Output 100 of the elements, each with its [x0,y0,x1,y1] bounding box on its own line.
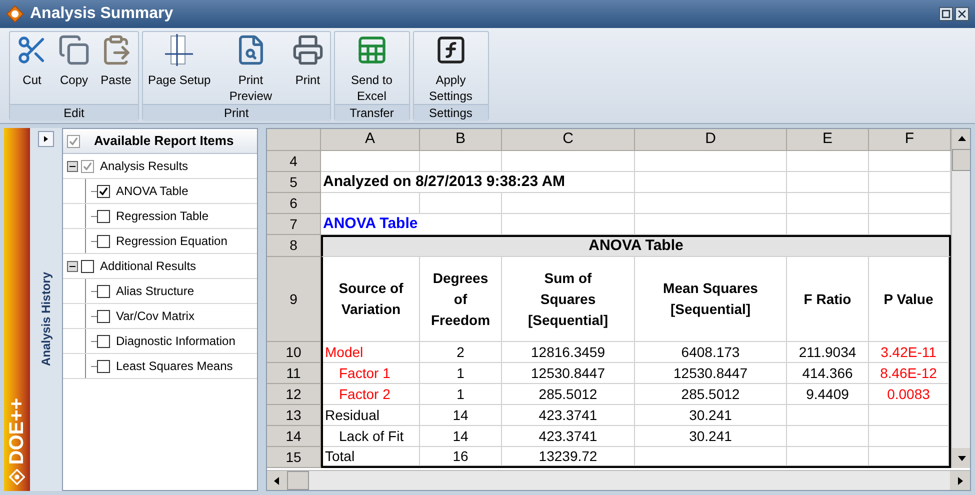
ribbon-button[interactable]: Paste [96,34,136,104]
row-header: 6 [267,193,321,214]
analysis-date-text: Analyzed on 8/27/2013 9:38:23 AM [321,172,635,193]
expand-panel-button[interactable] [38,131,54,147]
table-cell: 14 [420,405,502,426]
checkbox[interactable] [97,310,110,322]
checkbox[interactable] [81,260,94,272]
printer-icon [292,34,324,66]
table-cell: 9.4409 [787,384,869,405]
table-cell: 211.9034 [787,342,869,363]
ribbon-group-label: Edit [10,104,138,121]
table-cell: 1 [420,384,502,405]
scroll-thumb[interactable] [952,149,970,171]
checkbox[interactable] [97,234,110,248]
column-header: Source of Variation [323,257,420,342]
ribbon-button[interactable]: Copy [54,34,94,104]
tree-item-label[interactable]: Regression Equation [116,232,228,250]
checkbox[interactable] [97,210,110,222]
column-header: P Value [869,257,949,342]
table-cell: 414.366 [787,363,869,384]
table-cell: 1 [420,363,502,384]
corner-cell[interactable] [267,129,321,151]
checkbox[interactable] [67,134,80,148]
tree-item-label[interactable]: Least Squares Means [116,357,233,375]
checkbox[interactable] [81,160,94,172]
collapse-icon[interactable] [67,260,78,272]
close-icon[interactable] [955,7,969,21]
table-cell: 3.42E-11 [869,342,949,363]
page-setup-icon [163,34,196,66]
triangle-right-icon [42,135,50,143]
table-title: ANOVA Table [321,235,951,257]
brand-name: DOE++ [5,398,29,465]
table-cell: 8.46E-12 [869,363,949,384]
column-letter[interactable]: E [787,129,869,151]
collapse-icon[interactable] [67,160,78,172]
table-cell: 12530.8447 [502,363,635,384]
checkbox[interactable] [97,334,110,348]
table-cell: 30.241 [635,426,787,447]
row-header: 4 [267,151,321,172]
checkbox[interactable] [97,284,110,298]
column-letter[interactable]: F [869,129,951,151]
row-header: 12 [267,384,321,405]
table-cell: 12816.3459 [502,342,635,363]
tree-item-label[interactable]: Analysis Results [100,157,188,175]
app-logo-icon [6,5,24,23]
scroll-left-icon[interactable] [267,471,287,490]
scroll-thumb[interactable] [287,471,309,490]
scroll-down-icon[interactable] [952,448,970,468]
column-letter[interactable]: D [635,129,787,151]
app-logo-icon [9,469,25,485]
column-letter[interactable]: B [420,129,502,151]
table-cell: Residual [323,405,420,426]
row-header: 5 [267,172,321,193]
tree-item-label[interactable]: Var/Cov Matrix [116,307,194,325]
row-header: 13 [267,405,321,426]
column-letter[interactable]: C [502,129,635,151]
table-cell: 285.5012 [635,384,787,405]
table-cell: 13239.72 [502,447,635,466]
table-cell: 423.3741 [502,405,635,426]
ribbon-button[interactable]: Send to Excel [336,34,407,104]
table-cell: Total [323,447,420,466]
table-cell: 14 [420,426,502,447]
row-header: 9 [267,257,321,342]
checkbox[interactable] [97,360,110,372]
tree-item-label[interactable]: Diagnostic Information [116,332,236,350]
row-header: 14 [267,426,321,447]
tree-item-label[interactable]: Additional Results [100,257,196,275]
vertical-scrollbar[interactable] [951,129,970,468]
ribbon-button[interactable]: Cut [12,34,52,104]
ribbon-button[interactable]: Print [288,34,328,104]
table-cell: 2 [420,342,502,363]
row-header: 11 [267,363,321,384]
function-icon [434,34,467,66]
scroll-up-icon[interactable] [952,129,970,149]
restore-icon[interactable] [939,7,953,21]
spreadsheet-icon [356,34,388,66]
copy-icon [58,34,90,66]
table-cell: 16 [420,447,502,466]
ribbon-group-label: Transfer [334,104,409,121]
window-title: Analysis Summary [30,4,174,24]
ribbon-button[interactable]: Apply Settings [416,34,486,104]
table-cell: 423.3741 [502,426,635,447]
tree-item-label[interactable]: ANOVA Table [116,182,188,200]
tree-item-label[interactable]: Alias Structure [116,282,194,300]
table-cell: 285.5012 [502,384,635,405]
ribbon-button[interactable]: Print Preview [216,34,286,104]
horizontal-scrollbar[interactable] [267,470,970,490]
table-cell: Model [323,342,420,363]
column-header: Sum of Squares [Sequential] [502,257,635,342]
table-cell: Factor 1 [323,363,420,384]
ribbon-button[interactable]: Page Setup [145,34,214,104]
ribbon-group-label: Print [143,104,330,121]
row-header: 7 [267,214,321,235]
column-header: Degrees of Freedom [420,257,502,342]
history-tab[interactable]: Analysis History [37,272,55,366]
panel-title: Available Report Items [94,132,234,150]
checkbox[interactable] [97,184,110,198]
column-letter[interactable]: A [321,129,420,151]
tree-item-label[interactable]: Regression Table [116,207,209,225]
scroll-right-icon[interactable] [950,471,970,490]
